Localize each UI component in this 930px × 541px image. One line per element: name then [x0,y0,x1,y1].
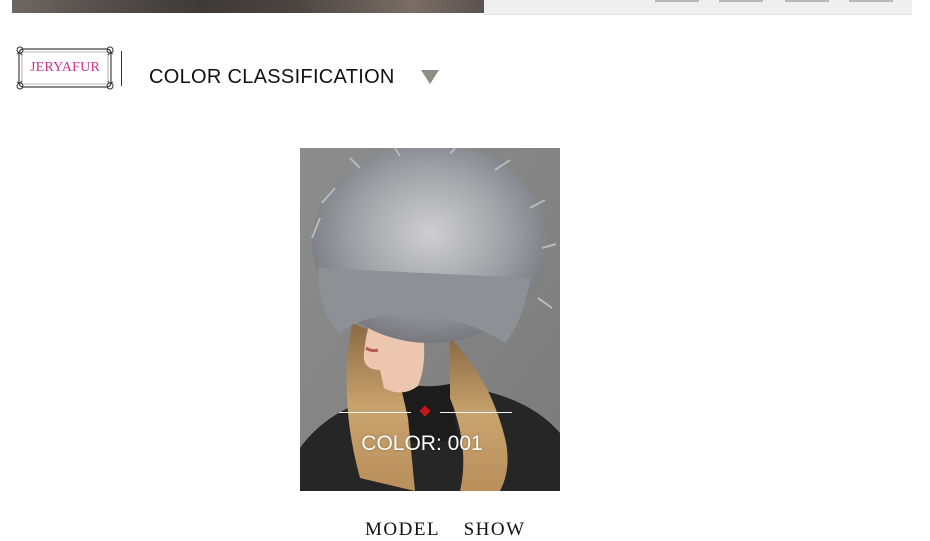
previous-panel-tab [785,0,829,2]
previous-model-photo [12,0,484,13]
logo-text: JERYAFUR [29,60,101,75]
previous-panel-tab [849,0,893,2]
brand-logo: JERYAFUR [16,46,114,90]
triangle-down-icon [421,70,439,84]
previous-section-strip [0,0,930,15]
decorative-line-right [440,412,512,413]
color-label: COLOR: 001 [361,432,483,455]
previous-panel-tab [719,0,763,2]
header-divider [121,51,122,86]
section-title: COLOR CLASSIFICATION [149,66,395,88]
previous-info-panel [484,0,912,15]
decorative-line-left [339,412,411,413]
product-color-card[interactable]: COLOR: 001 [300,148,560,491]
previous-panel-tab [655,0,699,2]
